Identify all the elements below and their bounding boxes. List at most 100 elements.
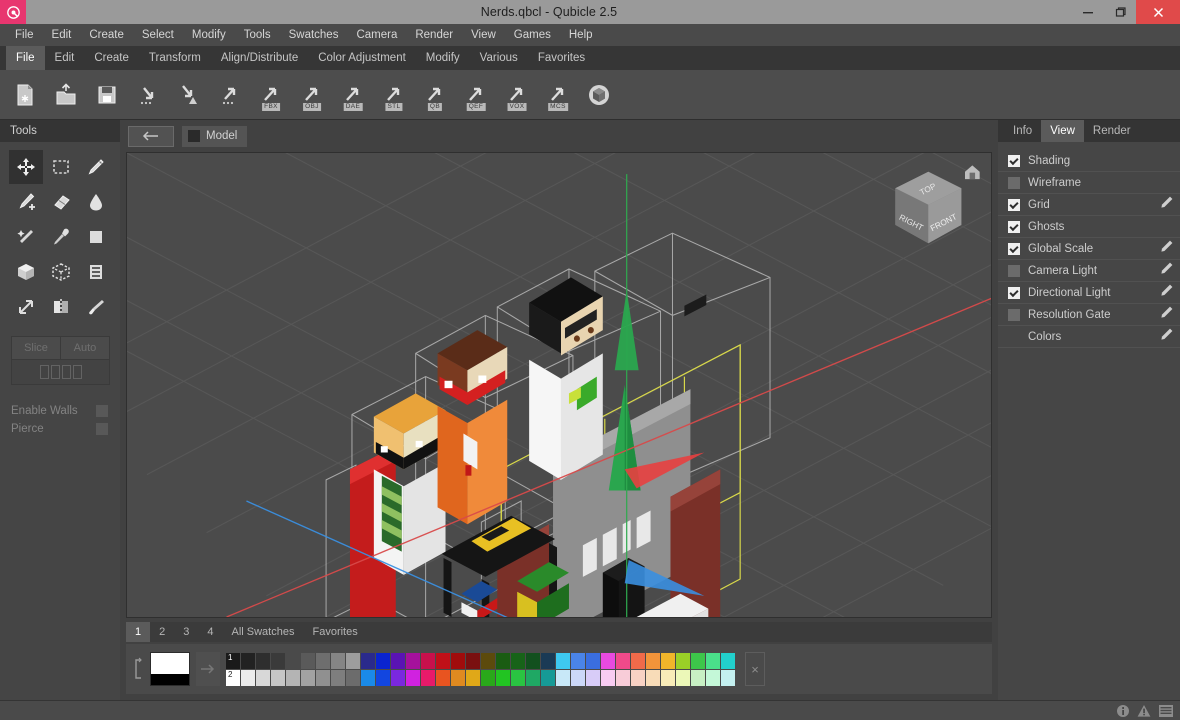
ribbon-tab-file[interactable]: File [6, 46, 45, 70]
shading-checkbox[interactable] [1008, 154, 1020, 167]
palette-swatch[interactable] [241, 652, 255, 669]
palette-swatch[interactable] [406, 669, 420, 686]
ribbon-tab-favorites[interactable]: Favorites [528, 46, 595, 70]
save-file-button[interactable] [92, 78, 122, 112]
camera-light-row[interactable]: Camera Light [998, 260, 1180, 282]
export-mcs-button[interactable]: MCS [543, 78, 573, 112]
palette-swatch[interactable] [646, 669, 660, 686]
apply-color-button[interactable] [196, 652, 220, 686]
global-scale-edit-icon[interactable] [1160, 239, 1174, 258]
colors-edit-icon[interactable] [1160, 327, 1174, 346]
swatch-tab-2[interactable]: 2 [150, 622, 174, 642]
menu-item-select[interactable]: Select [133, 26, 183, 44]
palette-swatch[interactable] [721, 669, 735, 686]
palette-swatch[interactable] [691, 669, 705, 686]
export-obj-button[interactable]: OBJ [297, 78, 327, 112]
brush-tool[interactable] [79, 290, 113, 324]
menu-item-edit[interactable]: Edit [43, 26, 81, 44]
menu-item-create[interactable]: Create [80, 26, 133, 44]
box-tool[interactable] [9, 255, 43, 289]
palette-swatch[interactable] [511, 652, 525, 669]
palette-swatch[interactable] [706, 652, 720, 669]
scale-tool[interactable] [9, 290, 43, 324]
foreground-background-swatch[interactable] [150, 652, 190, 686]
palette-swatch[interactable] [601, 652, 615, 669]
swatch-tab-1[interactable]: 1 [126, 622, 151, 642]
palette-swatch[interactable] [586, 669, 600, 686]
enable-walls-checkbox[interactable] [96, 405, 108, 417]
pierce-checkbox[interactable] [96, 423, 108, 435]
ribbon-tab-align-distribute[interactable]: Align/Distribute [211, 46, 308, 70]
palette-swatch[interactable] [331, 669, 345, 686]
palette-swatch[interactable] [301, 652, 315, 669]
background-color[interactable] [151, 674, 189, 685]
palette-swatch[interactable] [526, 669, 540, 686]
palette-swatch[interactable] [331, 652, 345, 669]
pencil-tool[interactable] [79, 150, 113, 184]
wireframe-row[interactable]: Wireframe [998, 172, 1180, 194]
minimize-button[interactable] [1072, 0, 1104, 24]
palette-swatch[interactable] [556, 652, 570, 669]
palette-swatch[interactable] [571, 652, 585, 669]
palette-swatch[interactable] [361, 669, 375, 686]
menu-item-file[interactable]: File [6, 26, 43, 44]
mirror-tool[interactable] [44, 290, 78, 324]
ribbon-tab-transform[interactable]: Transform [139, 46, 211, 70]
palette-swatch[interactable] [421, 669, 435, 686]
export-qb-button[interactable]: QB [420, 78, 450, 112]
ribbon-tab-various[interactable]: Various [470, 46, 528, 70]
menu-item-swatches[interactable]: Swatches [280, 26, 348, 44]
palette-swatch[interactable] [241, 669, 255, 686]
palette-swatch[interactable] [586, 652, 600, 669]
directional-light-edit-icon[interactable] [1160, 283, 1174, 302]
grid-checkbox[interactable] [1008, 198, 1020, 211]
palette-swatch[interactable] [271, 669, 285, 686]
directional-light-row[interactable]: Directional Light [998, 282, 1180, 304]
viewport-canvas[interactable] [127, 153, 991, 617]
palette-swatch[interactable] [361, 652, 375, 669]
model-breadcrumb-button[interactable]: Model [182, 125, 248, 147]
palette-swatch[interactable] [286, 669, 300, 686]
palette-swatch[interactable] [661, 669, 675, 686]
palette-swatch[interactable] [481, 652, 495, 669]
palette-swatch[interactable] [346, 652, 360, 669]
camera-light-edit-icon[interactable] [1160, 261, 1174, 280]
palette-swatch[interactable] [496, 652, 510, 669]
menu-item-view[interactable]: View [462, 26, 505, 44]
palette-swatch[interactable] [421, 652, 435, 669]
palette-swatch[interactable] [676, 669, 690, 686]
palette-swatch[interactable] [616, 669, 630, 686]
palette-swatch[interactable] [316, 652, 330, 669]
menu-item-tools[interactable]: Tools [235, 26, 280, 44]
shading-row[interactable]: Shading [998, 150, 1180, 172]
move-tool[interactable] [9, 150, 43, 184]
ribbon-tab-color-adjustment[interactable]: Color Adjustment [308, 46, 416, 70]
slice-button[interactable]: Slice [12, 337, 60, 359]
palette-swatch[interactable] [436, 652, 450, 669]
palette-swatch[interactable] [541, 669, 555, 686]
palette-swatch[interactable] [511, 669, 525, 686]
palette-swatch[interactable] [391, 669, 405, 686]
palette-swatch[interactable] [346, 669, 360, 686]
viewport-3d[interactable]: TOP RIGHT FRONT [126, 152, 992, 618]
resolution-gate-row[interactable]: Resolution Gate [998, 304, 1180, 326]
palette-swatch[interactable] [691, 652, 705, 669]
warning-icon[interactable] [1137, 704, 1151, 718]
palette-swatch[interactable] [391, 652, 405, 669]
menu-item-modify[interactable]: Modify [183, 26, 235, 44]
menu-item-camera[interactable]: Camera [347, 26, 406, 44]
open-file-button[interactable] [51, 78, 81, 112]
palette-swatch[interactable] [706, 669, 720, 686]
palette-swatch[interactable] [481, 669, 495, 686]
palette-swatch[interactable] [406, 652, 420, 669]
eyedropper-tool[interactable] [44, 220, 78, 254]
enable-walls-row[interactable]: Enable Walls [0, 399, 120, 417]
grid-row[interactable]: Grid [998, 194, 1180, 216]
resolution-gate-edit-icon[interactable] [1160, 305, 1174, 324]
close-button[interactable] [1136, 0, 1180, 24]
auto-button[interactable]: Auto [60, 337, 109, 359]
palette-swatch[interactable] [601, 669, 615, 686]
menu-item-render[interactable]: Render [406, 26, 462, 44]
swatch-tab-3[interactable]: 3 [174, 622, 198, 642]
palette-swatch[interactable] [301, 669, 315, 686]
